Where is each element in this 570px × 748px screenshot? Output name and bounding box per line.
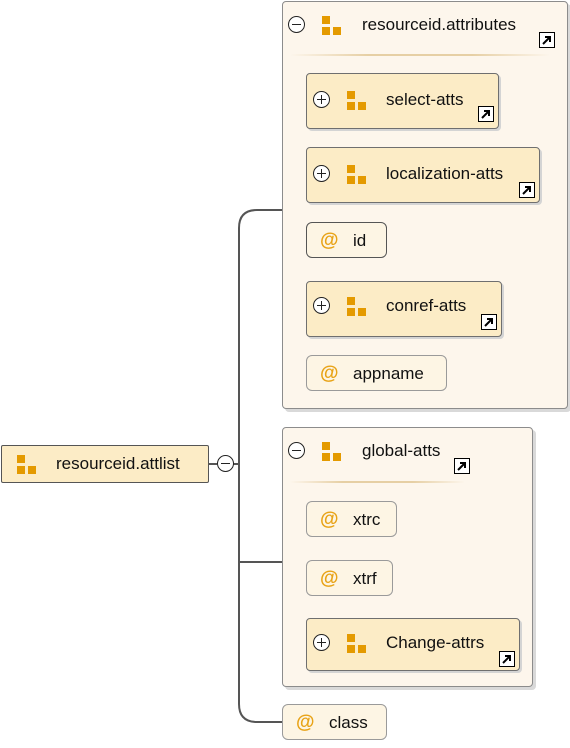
attribute-group-icon bbox=[347, 634, 369, 654]
attribute-at-icon: @ bbox=[320, 363, 339, 384]
group-title: global-atts bbox=[362, 441, 441, 460]
attribute-label: id bbox=[353, 231, 367, 250]
attribute-class[interactable]: @ class bbox=[282, 704, 387, 740]
attribute-at-icon: @ bbox=[320, 509, 339, 530]
group-title: resourceid.attributes bbox=[362, 15, 517, 34]
attribute-group-icon bbox=[347, 91, 369, 111]
reference-arrow-icon[interactable] bbox=[481, 314, 497, 330]
reference-arrow-icon[interactable] bbox=[499, 651, 515, 667]
reference-arrow-icon[interactable] bbox=[539, 32, 555, 48]
attribute-label: class bbox=[329, 713, 368, 732]
attribute-label: appname bbox=[353, 364, 424, 383]
attribute-group-localization-atts[interactable]: localization-atts bbox=[306, 147, 540, 203]
attribute-group-conref-atts[interactable]: conref-atts bbox=[306, 281, 502, 337]
expand-toggle-icon[interactable] bbox=[313, 91, 330, 108]
group-header-divider bbox=[290, 54, 550, 56]
attribute-group-label: Change-attrs bbox=[386, 633, 485, 652]
collapse-toggle-icon[interactable] bbox=[217, 455, 234, 472]
expand-toggle-icon[interactable] bbox=[313, 165, 330, 182]
root-node-label: resourceid.attlist bbox=[56, 454, 180, 473]
expand-toggle-icon[interactable] bbox=[313, 297, 330, 314]
attribute-at-icon: @ bbox=[320, 568, 339, 589]
attribute-xtrf[interactable]: @ xtrf bbox=[306, 560, 393, 596]
root-node-resourceid-attlist[interactable]: resourceid.attlist bbox=[1, 445, 209, 483]
reference-arrow-icon[interactable] bbox=[519, 182, 535, 198]
collapse-toggle-icon[interactable] bbox=[288, 442, 305, 459]
attribute-label: xtrf bbox=[353, 569, 377, 588]
group-resourceid-attributes bbox=[282, 1, 568, 409]
expand-toggle-icon[interactable] bbox=[313, 634, 330, 651]
attribute-group-label: localization-atts bbox=[386, 164, 504, 183]
attribute-group-change-attrs[interactable]: Change-attrs bbox=[306, 618, 520, 671]
attribute-group-label: select-atts bbox=[386, 90, 464, 109]
attribute-group-icon bbox=[347, 297, 369, 317]
attribute-group-icon bbox=[347, 165, 369, 185]
attribute-xtrc[interactable]: @ xtrc bbox=[306, 501, 397, 537]
attribute-label: xtrc bbox=[353, 510, 381, 529]
attribute-group-label: conref-atts bbox=[386, 296, 467, 315]
attribute-group-icon bbox=[17, 455, 39, 475]
attribute-group-icon bbox=[322, 442, 344, 462]
attribute-group-icon bbox=[322, 16, 344, 36]
reference-arrow-icon[interactable] bbox=[478, 106, 494, 122]
attribute-id[interactable]: @ id bbox=[306, 222, 387, 258]
attribute-group-select-atts[interactable]: select-atts bbox=[306, 73, 499, 129]
attribute-at-icon: @ bbox=[320, 230, 339, 251]
attribute-appname[interactable]: @ appname bbox=[306, 355, 447, 391]
group-header-divider bbox=[290, 481, 465, 483]
attribute-at-icon: @ bbox=[296, 712, 315, 733]
reference-arrow-icon[interactable] bbox=[454, 458, 470, 474]
collapse-toggle-icon[interactable] bbox=[288, 16, 305, 33]
